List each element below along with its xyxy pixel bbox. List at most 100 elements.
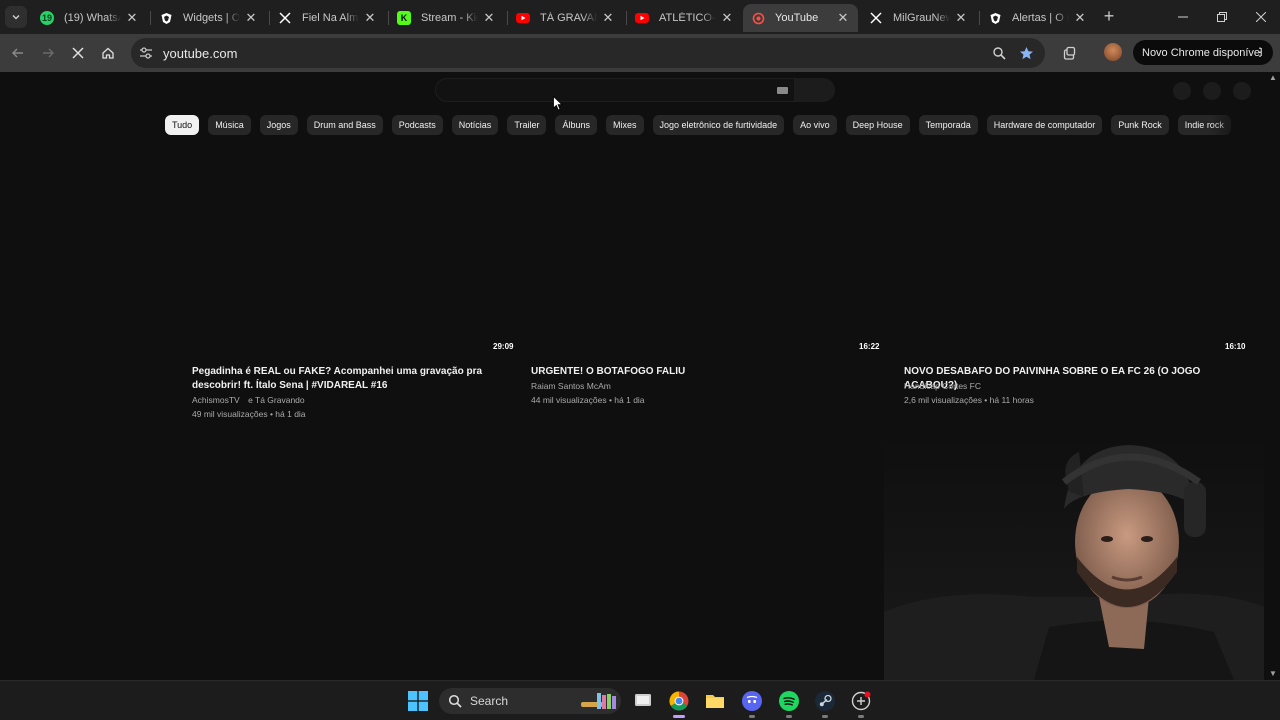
- windows-start-icon[interactable]: [406, 689, 430, 713]
- extensions-icon[interactable]: [1059, 43, 1079, 63]
- chip-jogo-furtividade[interactable]: Jogo eletrônico de furtividade: [652, 115, 785, 135]
- chip-deep-house[interactable]: Deep House: [845, 115, 910, 135]
- chip-punk-rock[interactable]: Punk Rock: [1111, 115, 1169, 135]
- chrome-icon[interactable]: [667, 689, 691, 713]
- close-icon[interactable]: ✕: [1073, 10, 1087, 25]
- chip-hardware[interactable]: Hardware de computador: [986, 115, 1103, 135]
- tab-title: Alertas | O maior: [1012, 12, 1069, 24]
- chevron-down-icon: [12, 15, 20, 20]
- tab-strip: 19 (19) WhatsApp ✕ Widgets | O maior ✕ F…: [0, 0, 1280, 34]
- youtube-search-input[interactable]: [435, 78, 795, 102]
- chrome-update-button[interactable]: Novo Chrome disponível ⋮: [1133, 40, 1273, 65]
- stop-loading-icon[interactable]: [67, 42, 89, 64]
- minimize-icon[interactable]: [1164, 0, 1202, 34]
- close-icon[interactable]: ✕: [244, 10, 258, 25]
- window-close-icon[interactable]: [1242, 0, 1280, 34]
- chip-musica[interactable]: Música: [208, 115, 251, 135]
- close-icon[interactable]: ✕: [125, 10, 139, 25]
- youtube-search-button[interactable]: [795, 78, 835, 102]
- x-logo-icon: [278, 11, 292, 25]
- video-title-line: descobrir! ft. Ítalo Sena | #VIDAREAL #1…: [192, 380, 388, 391]
- update-label: Novo Chrome disponível: [1142, 46, 1263, 59]
- notifications-icon[interactable]: [1203, 82, 1221, 100]
- tab-title: YouTube: [775, 12, 819, 24]
- category-chips: Tudo Música Jogos Drum and Bass Podcasts…: [165, 115, 1231, 135]
- task-view-icon[interactable]: [631, 689, 655, 713]
- duration-badge: 29:09: [493, 341, 514, 351]
- close-icon[interactable]: ✕: [482, 10, 496, 25]
- app-icon[interactable]: [849, 689, 873, 713]
- account-avatar[interactable]: [1233, 82, 1251, 100]
- channel-name[interactable]: AchismosTV e Tá Gravando: [192, 393, 305, 407]
- address-bar[interactable]: youtube.com: [131, 38, 1045, 68]
- discord-running-indicator: [749, 715, 755, 718]
- zoom-search-icon[interactable]: [989, 43, 1009, 63]
- spotify-running-indicator: [786, 715, 792, 718]
- taskbar-search-box[interactable]: Search: [439, 688, 621, 714]
- channel-name[interactable]: Raiam Santos McAm: [531, 379, 611, 393]
- app-running-indicator: [858, 715, 864, 718]
- loading-spinner-icon: [751, 11, 765, 25]
- close-icon[interactable]: ✕: [601, 10, 615, 25]
- close-icon[interactable]: ✕: [720, 10, 734, 25]
- video-title-line: Pegadinha é REAL ou FAKE? Acompanhei uma…: [192, 366, 483, 377]
- scroll-up-arrow-icon[interactable]: ▲: [1269, 74, 1277, 82]
- tab-title: Fiel Na Alma: [302, 12, 359, 24]
- scroll-down-arrow-icon[interactable]: ▼: [1269, 670, 1277, 678]
- new-tab-button[interactable]: +: [1100, 7, 1118, 26]
- keyboard-icon[interactable]: [777, 87, 788, 94]
- more-menu-icon[interactable]: ⋮: [1254, 44, 1266, 60]
- tab-kick-stream[interactable]: K Stream - Kick ✕: [389, 4, 504, 32]
- x-logo-icon: [869, 11, 883, 25]
- chip-ao-vivo[interactable]: Ao vivo: [793, 115, 837, 135]
- chip-mixes[interactable]: Mixes: [606, 115, 644, 135]
- create-icon[interactable]: [1173, 82, 1191, 100]
- youtube-icon: [635, 11, 649, 25]
- chip-albuns[interactable]: Álbuns: [555, 115, 598, 135]
- bookmark-star-icon[interactable]: [1016, 43, 1036, 63]
- video-title[interactable]: URGENTE! O BOTAFOGO FALIU: [531, 365, 871, 379]
- kick-logo-icon: K: [397, 11, 411, 25]
- tab-ta-gravando[interactable]: TÁ GRAVANDO ✕: [508, 4, 623, 32]
- discord-icon[interactable]: [740, 689, 764, 713]
- chip-noticias[interactable]: Notícias: [451, 115, 499, 135]
- tab-search-button[interactable]: [0, 0, 32, 34]
- search-label: Search: [470, 694, 509, 708]
- collab-channel[interactable]: e Tá Gravando: [248, 395, 305, 405]
- close-icon[interactable]: ✕: [954, 10, 968, 25]
- chip-temporada[interactable]: Temporada: [918, 115, 978, 135]
- video-title[interactable]: Pegadinha é REAL ou FAKE? Acompanhei uma…: [192, 365, 492, 393]
- windows-taskbar: Search: [0, 680, 1280, 720]
- channel-name[interactable]: Handicap Cortes FC: [904, 379, 981, 393]
- tab-atletico-mg[interactable]: ATLÉTICO-MG ✕: [627, 4, 742, 32]
- tab-whatsapp[interactable]: 19 (19) WhatsApp ✕: [32, 4, 147, 32]
- steam-icon[interactable]: [813, 689, 837, 713]
- back-arrow-icon[interactable]: [7, 42, 29, 64]
- chip-drum-and-bass[interactable]: Drum and Bass: [306, 115, 383, 135]
- file-explorer-icon[interactable]: [703, 689, 727, 713]
- channel-link[interactable]: AchismosTV: [192, 395, 240, 405]
- chip-podcasts[interactable]: Podcasts: [391, 115, 443, 135]
- tab-widgets[interactable]: Widgets | O maior ✕: [151, 4, 266, 32]
- home-icon[interactable]: [97, 42, 119, 64]
- search-icon: [448, 694, 462, 708]
- restore-icon[interactable]: [1203, 0, 1241, 34]
- close-icon[interactable]: ✕: [363, 10, 377, 25]
- chips-scroll-fade: [1210, 115, 1270, 135]
- duration-badge: 16:22: [859, 341, 880, 351]
- youtube-icon: [516, 11, 530, 25]
- shield-logo-icon: [988, 11, 1002, 25]
- chip-tudo[interactable]: Tudo: [165, 115, 200, 135]
- spotify-icon[interactable]: [777, 689, 801, 713]
- close-icon[interactable]: ✕: [836, 10, 850, 25]
- profile-avatar[interactable]: [1104, 43, 1122, 61]
- tab-title: (19) WhatsApp: [64, 12, 121, 24]
- tab-fiel-na-alma[interactable]: Fiel Na Alma ✕: [270, 4, 385, 32]
- forward-arrow-icon[interactable]: [37, 42, 59, 64]
- site-settings-icon[interactable]: [139, 46, 153, 60]
- tab-youtube-active[interactable]: YouTube ✕: [743, 4, 858, 32]
- tab-milgraunews[interactable]: MilGrauNews ✕: [861, 4, 976, 32]
- chip-trailer[interactable]: Trailer: [507, 115, 547, 135]
- chip-jogos[interactable]: Jogos: [259, 115, 298, 135]
- tab-alertas[interactable]: Alertas | O maior ✕: [980, 4, 1095, 32]
